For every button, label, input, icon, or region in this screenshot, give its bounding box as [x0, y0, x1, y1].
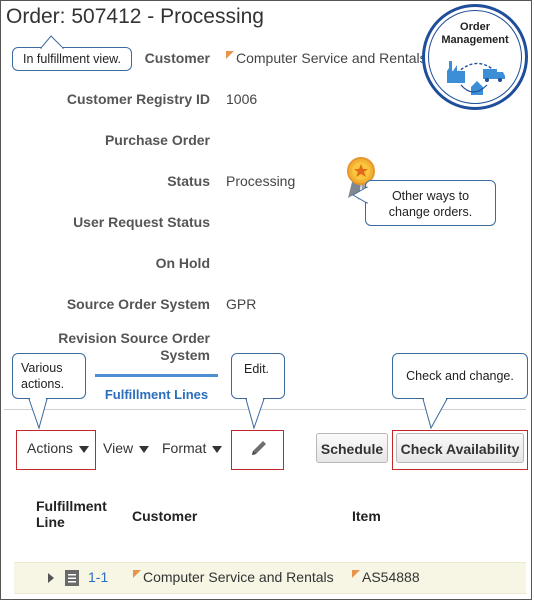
logo-title-line2: Management	[441, 34, 509, 46]
line-details-icon[interactable]	[65, 570, 79, 586]
chevron-down-icon	[78, 445, 89, 453]
column-header-item[interactable]: Item	[352, 508, 381, 524]
order-management-logo: Order Management	[422, 4, 528, 110]
callout-check-change-text: Check and change.	[406, 369, 514, 383]
schedule-button[interactable]: Schedule	[316, 433, 388, 463]
check-availability-button[interactable]: Check Availability	[396, 433, 524, 463]
pencil-edit-icon[interactable]	[249, 438, 269, 458]
registry-label: Customer Registry ID	[66, 91, 210, 107]
status-value: Processing	[226, 173, 296, 189]
customer-value-text: Computer Service and Rentals	[236, 50, 427, 66]
callout-various-line1: Various	[21, 361, 63, 375]
item-flag-icon	[352, 570, 360, 578]
row-customer-text: Computer Service and Rentals	[143, 569, 334, 585]
on-hold-label: On Hold	[155, 255, 210, 271]
expand-row-icon[interactable]	[47, 572, 55, 584]
view-menu-label: View	[103, 440, 134, 456]
format-menu-label: Format	[162, 440, 207, 456]
actions-menu[interactable]: Actions	[27, 440, 89, 456]
tab-fulfillment-lines[interactable]: Fulfillment Lines	[95, 374, 218, 408]
callout-fulfillment-view-text: In fulfillment view.	[23, 52, 121, 66]
callout-edit: Edit.	[231, 353, 285, 430]
column-header-line2: Line	[36, 514, 65, 530]
row-item-cell: AS54888	[352, 569, 420, 585]
column-header-line1: Fulfillment	[36, 498, 107, 514]
callout-other-ways: Other ways to change orders.	[352, 180, 496, 226]
format-menu[interactable]: Format	[162, 440, 223, 456]
callout-check-change: Check and change.	[392, 353, 528, 430]
customer-label: Customer	[144, 50, 210, 66]
view-menu[interactable]: View	[103, 440, 150, 456]
chevron-down-icon	[212, 445, 223, 453]
customer-flag-icon	[133, 570, 141, 578]
chevron-down-icon	[139, 445, 150, 453]
registry-value: 1006	[226, 91, 258, 107]
customer-value: Computer Service and Rentals	[226, 50, 427, 66]
logo-title-line1: Order	[460, 21, 490, 33]
line-number-link[interactable]: 1-1	[88, 569, 108, 585]
callout-fulfillment-view: In fulfillment view.	[12, 35, 132, 71]
callout-various-line2: actions.	[21, 377, 65, 391]
user-request-status-label: User Request Status	[73, 214, 210, 230]
callout-tail-icon	[28, 398, 48, 430]
page-title: Order: 507412 - Processing	[6, 5, 264, 28]
callout-tail-icon	[39, 35, 65, 49]
row-item-text: AS54888	[362, 569, 420, 585]
supply-chain-icon	[447, 61, 505, 95]
callout-tail-icon	[245, 398, 265, 430]
source-order-system-label: Source Order System	[66, 296, 210, 312]
actions-menu-label: Actions	[27, 440, 73, 456]
revision-source-label-line1: Revision Source Order	[58, 330, 210, 346]
callout-edit-text: Edit.	[244, 362, 270, 376]
logo-title: Order Management	[425, 21, 525, 47]
callout-various-actions: Various actions.	[12, 353, 86, 430]
column-header-fulfillment-line[interactable]: Fulfillment Line	[36, 498, 107, 530]
callout-other-ways-line1: Other ways to	[391, 189, 470, 203]
column-header-customer[interactable]: Customer	[132, 508, 197, 524]
purchase-order-label: Purchase Order	[104, 132, 210, 148]
status-label: Status	[167, 173, 210, 189]
callout-tail-icon	[352, 186, 368, 204]
callout-other-ways-line2: change orders.	[388, 205, 473, 219]
customer-flag-icon	[226, 51, 234, 59]
row-customer-cell: Computer Service and Rentals	[133, 569, 334, 585]
callout-tail-icon	[422, 398, 448, 430]
revision-source-label-line2: System	[160, 347, 210, 363]
source-order-system-value: GPR	[226, 296, 257, 312]
